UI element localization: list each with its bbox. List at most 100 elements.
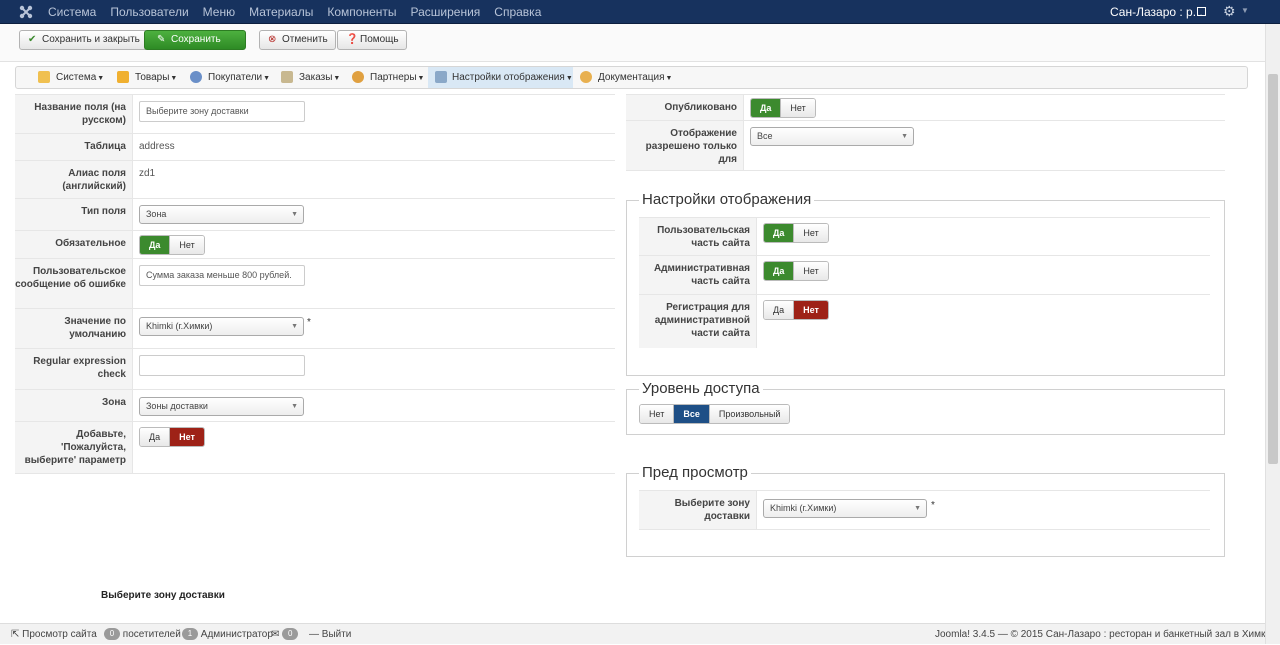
cancel-circle-icon: ⊗ <box>268 34 277 45</box>
admins-indicator[interactable]: 1 Администратор <box>182 624 273 645</box>
joomla-logo-icon[interactable] <box>18 4 34 20</box>
required-star: * <box>931 500 935 511</box>
logout-link[interactable]: — Выйти <box>309 624 351 645</box>
submenu-partners[interactable]: Партнеры▼ <box>350 67 424 88</box>
access-none-button[interactable]: Нет <box>640 405 674 423</box>
display-only-select[interactable]: Все ▼ <box>750 127 914 146</box>
preview-row: Выберите зону доставки Khimki (г.Химки) ▼… <box>639 490 1210 530</box>
regex-input[interactable] <box>139 355 305 376</box>
documentation-icon <box>580 71 592 83</box>
published-yes-button[interactable]: Да <box>751 99 781 117</box>
select-value: Зоны доставки <box>146 401 208 411</box>
visitors-indicator[interactable]: 0 посетителей <box>104 624 181 645</box>
top-navbar: Система Пользователи Меню Материалы Комп… <box>0 0 1280 24</box>
please-select-yes-button[interactable]: Да <box>140 428 170 446</box>
site-part-yes-button[interactable]: Да <box>764 224 794 242</box>
field-label: Алиас поля (английский) <box>15 161 133 198</box>
edit-icon: ✎ <box>157 34 166 45</box>
vertical-scrollbar[interactable] <box>1265 24 1280 644</box>
select-arrow-icon: ▼ <box>914 505 921 512</box>
visitors-badge: 0 <box>104 628 120 641</box>
menu-item-components[interactable]: Компоненты <box>327 0 396 24</box>
tools-icon <box>38 71 50 83</box>
messages-badge: 0 <box>282 628 299 641</box>
visitors-label: посетителей <box>122 629 181 640</box>
question-circle-icon: ❓ <box>346 34 359 45</box>
save-and-close-button[interactable]: ✔ Сохранить и закрыть <box>19 30 148 50</box>
select-arrow-icon: ▼ <box>291 403 298 410</box>
select-arrow-icon: ▼ <box>291 323 298 330</box>
minus-icon: — <box>309 629 319 640</box>
field-label: Таблица <box>15 134 133 160</box>
required-yes-button[interactable]: Да <box>140 236 170 254</box>
submenu-products[interactable]: Товары▼ <box>115 67 177 88</box>
admin-part-label: Административная часть сайта <box>639 256 757 294</box>
menu-item-menu[interactable]: Меню <box>203 0 235 24</box>
field-name-input[interactable]: Выберите зону доставки <box>139 101 305 122</box>
menu-item-help[interactable]: Справка <box>494 0 541 24</box>
gear-icon[interactable]: ⚙ <box>1223 3 1236 19</box>
site-part-row: Пользовательская часть сайта Да Нет <box>639 217 1210 256</box>
default-value-select[interactable]: Khimki (г.Химки) ▼ <box>139 317 304 336</box>
cancel-button[interactable]: ⊗ Отменить <box>259 30 336 50</box>
menu-item-system[interactable]: Система <box>48 0 96 24</box>
access-custom-button[interactable]: Произвольный <box>708 405 790 423</box>
external-link-icon[interactable] <box>1197 7 1206 16</box>
cancel-label: Отменить <box>282 34 328 45</box>
partners-icon <box>352 71 364 83</box>
published-label: Опубликовано <box>626 95 744 120</box>
admin-reg-label: Регистрация для административной части с… <box>639 295 757 348</box>
orders-icon <box>281 71 293 83</box>
menu-item-users[interactable]: Пользователи <box>110 0 188 24</box>
field-label: Обязательное <box>15 231 133 258</box>
published-no-button[interactable]: Нет <box>780 99 815 117</box>
field-label: Название поля (на русском) <box>15 95 133 133</box>
admin-reg-toggle: Да Нет <box>763 300 829 320</box>
form-row-default: Значение по умолчанию Khimki (г.Химки) ▼ … <box>15 309 615 349</box>
field-type-select[interactable]: Зона ▼ <box>139 205 304 224</box>
select-value: Khimki (г.Химки) <box>146 321 213 331</box>
submenu-system[interactable]: Система▼ <box>36 67 104 88</box>
published-row: Опубликовано Да Нет <box>626 94 1225 121</box>
menu-item-extensions[interactable]: Расширения <box>411 0 481 24</box>
save-and-close-label: Сохранить и закрыть <box>42 34 140 45</box>
save-button[interactable]: ✎ Сохранить <box>144 30 246 50</box>
site-part-no-button[interactable]: Нет <box>793 224 828 242</box>
admins-label: Администратор <box>200 629 273 640</box>
logout-label: Выйти <box>321 629 352 640</box>
site-part-toggle: Да Нет <box>763 223 829 243</box>
status-bar: ⇱ Просмотр сайта 0 посетителей 1 Админис… <box>0 623 1276 645</box>
copyright-text: Joomla! 3.4.5 — © 2015 Сан-Лазаро : рест… <box>935 629 1277 640</box>
zone-select[interactable]: Зоны доставки ▼ <box>139 397 304 416</box>
view-site-link[interactable]: ⇱ Просмотр сайта <box>11 624 97 645</box>
customers-icon <box>190 71 202 83</box>
menu-item-content[interactable]: Материалы <box>249 0 313 24</box>
please-select-no-button[interactable]: Нет <box>169 428 204 446</box>
form-row-required: Обязательное Да Нет <box>15 231 615 259</box>
admin-reg-no-button[interactable]: Нет <box>793 301 828 319</box>
submenu-display-settings[interactable]: Настройки отображения▼ <box>428 67 573 88</box>
required-no-button[interactable]: Нет <box>169 236 204 254</box>
help-button[interactable]: ❓ Помощь <box>337 30 407 50</box>
preview-zone-select[interactable]: Khimki (г.Химки) ▼ <box>763 499 927 518</box>
admin-part-yes-button[interactable]: Да <box>764 262 794 280</box>
external-link-icon: ⇱ <box>11 629 20 640</box>
preview-field-title: Выберите зону доставки <box>101 590 225 601</box>
submenu-orders[interactable]: Заказы▼ <box>279 67 340 88</box>
admin-part-no-button[interactable]: Нет <box>793 262 828 280</box>
site-name-link[interactable]: Сан-Лазаро : р... <box>1110 0 1203 24</box>
required-toggle: Да Нет <box>139 235 205 255</box>
error-message-input[interactable]: Сумма заказа меньше 800 рублей. <box>139 265 305 286</box>
view-site-label: Просмотр сайта <box>22 629 97 640</box>
admin-reg-yes-button[interactable]: Да <box>764 301 794 319</box>
scrollbar-thumb[interactable] <box>1268 74 1278 464</box>
chevron-down-icon[interactable]: ▼ <box>1241 6 1249 15</box>
form-row-type: Тип поля Зона ▼ <box>15 199 615 231</box>
submenu-customers[interactable]: Покупатели▼ <box>188 67 270 88</box>
form-row-table: Таблица address <box>15 134 615 161</box>
admin-reg-row: Регистрация для административной части с… <box>639 295 1210 348</box>
select-arrow-icon: ▼ <box>291 211 298 218</box>
messages-indicator[interactable]: ✉ 0 <box>271 624 299 645</box>
submenu-documentation[interactable]: Документация▼ <box>578 67 672 88</box>
access-all-button[interactable]: Все <box>673 405 709 423</box>
